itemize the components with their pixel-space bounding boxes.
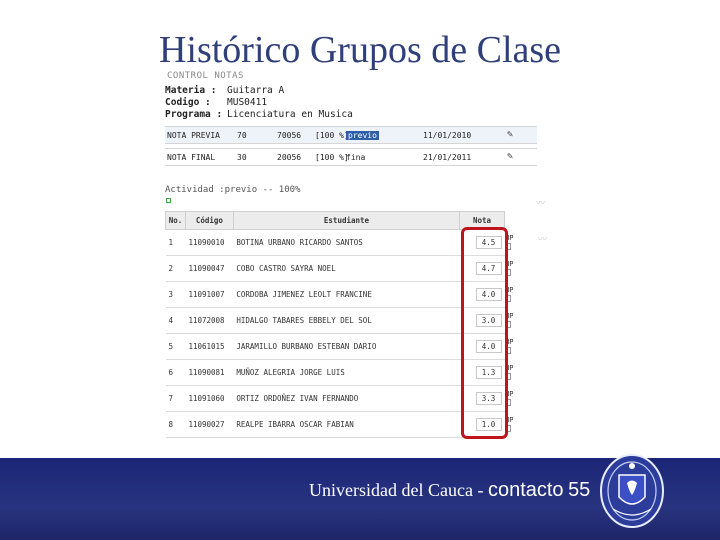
codigo-label: Codigo :	[165, 97, 211, 108]
slide-title: Histórico Grupos de Clase	[158, 29, 562, 71]
cell-no: 3	[165, 281, 186, 308]
materia-value: Guitarra A	[227, 85, 285, 96]
cell-estudiante: CORDOBA JIMENEZ LEOLT FRANCINE	[233, 281, 460, 308]
cell-estudiante: JARAMILLO BURBANO ESTEBAN DARIO	[233, 333, 460, 360]
cell-no: 8	[165, 411, 186, 438]
table-header-row: No. Código Estudiante Nota	[165, 211, 505, 230]
nota-range: [100 %]	[315, 131, 349, 140]
cell-estudiante: HIDALGO TABARES EBBELY DEL SOL	[233, 307, 460, 334]
cell-no: 5	[165, 333, 186, 360]
materia-label: Materia :	[165, 85, 217, 96]
cell-codigo: 11090010	[185, 229, 234, 256]
nota-code: 70056	[277, 131, 302, 140]
nota-value: 70	[237, 131, 247, 140]
cell-estudiante: ORTIZ ORDOÑEZ IVAN FERNANDO	[233, 385, 460, 412]
table-row: 5 11061015 JARAMILLO BURBANO ESTEBAN DAR…	[165, 333, 505, 360]
decorative-scribble-icon: 〰	[538, 234, 548, 244]
table-row: 8 11090027 REALPE IBARRA OSCAR FABIAN 1.…	[165, 411, 505, 438]
cell-codigo: 11090081	[185, 359, 234, 386]
edit-pencil-icon[interactable]: ✎	[507, 129, 513, 140]
nota-label: NOTA FINAL	[167, 153, 216, 162]
university-name: Universidad del Cauca	[309, 480, 473, 500]
codigo-line: Codigo : MUS0411	[165, 97, 267, 108]
actividad-label: Actividad :previo -- 100%	[165, 185, 301, 195]
cell-no: 7	[165, 385, 186, 412]
col-header-codigo: Código	[184, 211, 234, 230]
cell-codigo: 11090027	[185, 411, 234, 438]
nota-highlight-box	[461, 227, 508, 439]
nota-date: 11/01/2010	[423, 131, 472, 140]
grades-table: No. Código Estudiante Nota 1 11090010 BO…	[165, 211, 505, 438]
section-label: CONTROL NOTAS	[167, 71, 244, 81]
cell-codigo: 11091007	[185, 281, 234, 308]
nota-label: NOTA PREVIA	[167, 131, 220, 140]
contacto-label: contacto	[487, 479, 564, 501]
table-row: 6 11090081 MUÑOZ ALEGRIA JORGE LUIS 1.3	[165, 359, 505, 386]
materia-line: Materia : Guitarra A	[165, 85, 284, 96]
codigo-value: MUS0411	[227, 97, 268, 108]
programa-line: Programa : Licenciatura en Musica	[165, 109, 353, 120]
nota-range: [100 %]	[315, 153, 349, 162]
col-header-estudiante: Estudiante	[232, 211, 461, 230]
cell-no: 4	[165, 307, 186, 334]
nota-date: 21/01/2011	[423, 153, 472, 162]
cell-no: 2	[165, 255, 186, 282]
cell-estudiante: COBO CASTRO SAYRA NOEL	[233, 255, 460, 282]
nota-row: NOTA PREVIA 70 70056 [100 %] previo 11/0…	[165, 126, 537, 144]
table-row: 4 11072008 HIDALGO TABARES EBBELY DEL SO…	[165, 307, 505, 334]
nota-row: NOTA FINAL 30 20056 [100 %] fina 21/01/2…	[165, 148, 537, 166]
programa-value: Licenciatura en Musica	[227, 109, 353, 120]
footer-text: Universidad del Cauca - contacto 55	[309, 479, 590, 502]
programa-label: Programa :	[165, 109, 223, 120]
cell-codigo: 11090047	[185, 255, 234, 282]
nota-tag: previo	[346, 131, 379, 140]
cell-estudiante: REALPE IBARRA OSCAR FABIAN	[233, 411, 460, 438]
cell-codigo: 11061015	[185, 333, 234, 360]
col-header-no: No.	[165, 211, 186, 230]
table-row: 2 11090047 COBO CASTRO SAYRA NOEL 4.7	[165, 255, 505, 282]
edit-pencil-icon[interactable]: ✎	[507, 151, 513, 162]
cell-estudiante: MUÑOZ ALEGRIA JORGE LUIS	[233, 359, 460, 386]
decorative-scribble-icon: 〰	[536, 198, 546, 208]
cell-codigo: 11091060	[185, 385, 234, 412]
cell-no: 6	[165, 359, 186, 386]
nota-value: 30	[237, 153, 247, 162]
cell-codigo: 11072008	[185, 307, 234, 334]
footer-bar: Universidad del Cauca - contacto 55	[0, 454, 720, 540]
cell-estudiante: BOTINA URBANO RICARDO SANTOS	[233, 229, 460, 256]
nota-tag: fina	[346, 153, 366, 162]
table-row: 1 11090010 BOTINA URBANO RICARDO SANTOS …	[165, 229, 505, 256]
page-number: 55	[568, 479, 591, 501]
cell-no: 1	[165, 229, 186, 256]
expand-square-icon[interactable]	[166, 198, 171, 203]
table-row: 7 11091060 ORTIZ ORDOÑEZ IVAN FERNANDO 3…	[165, 385, 505, 412]
table-row: 3 11091007 CORDOBA JIMENEZ LEOLT FRANCIN…	[165, 281, 505, 308]
footer-separator: -	[477, 480, 484, 500]
university-seal-icon	[600, 454, 664, 528]
nota-code: 20056	[277, 153, 302, 162]
